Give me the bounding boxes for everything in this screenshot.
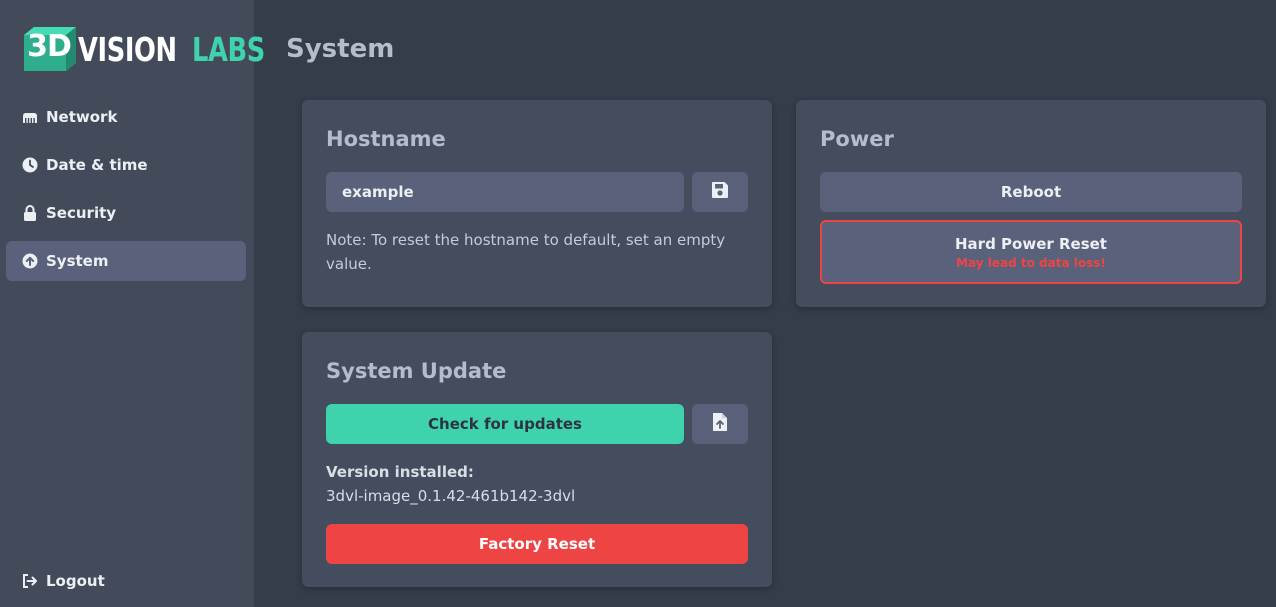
logo-mark-text: 3D [27, 29, 72, 64]
sidebar-nav: Network Date & time Security System [6, 97, 246, 289]
sidebar-item-date-time[interactable]: Date & time [6, 145, 246, 185]
system-update-card: System Update Check for updates Version … [302, 332, 772, 587]
logout-label: Logout [46, 572, 105, 590]
factory-reset-label: Factory Reset [478, 535, 596, 553]
brand-name-part1: VISION [78, 29, 177, 69]
brand-logo[interactable]: 3D VISION LABS [22, 24, 265, 74]
version-value: 3dvl-image_0.1.42-461b142-3dvl [326, 487, 576, 505]
check-updates-label: Check for updates [428, 415, 582, 433]
save-icon [710, 180, 730, 204]
logo-mark: 3D [22, 25, 78, 73]
logout-area: Logout [6, 561, 246, 607]
page-title: System [286, 34, 395, 64]
sidebar-item-network[interactable]: Network [6, 97, 246, 137]
lock-icon [22, 205, 38, 221]
sidebar: 3D VISION LABS Network Date & time Secur… [0, 0, 265, 607]
hostname-input[interactable]: example [326, 172, 684, 212]
sidebar-item-label: Network [46, 108, 118, 126]
network-icon [22, 109, 38, 125]
sidebar-item-system[interactable]: System [6, 241, 246, 281]
sidebar-item-security[interactable]: Security [6, 193, 246, 233]
hard-reset-label: Hard Power Reset [955, 234, 1107, 253]
clock-icon [22, 157, 38, 173]
sidebar-item-label: Security [46, 204, 117, 222]
version-label: Version installed: [326, 463, 474, 481]
sidebar-item-label: System [46, 252, 109, 270]
check-updates-button[interactable]: Check for updates [326, 404, 684, 444]
sidebar-item-label: Date & time [46, 156, 148, 174]
power-card: Power Reboot Hard Power Reset May lead t… [796, 100, 1266, 307]
factory-reset-button[interactable]: Factory Reset [326, 524, 748, 564]
reboot-label: Reboot [1000, 183, 1062, 201]
upload-update-button[interactable] [692, 404, 748, 444]
hard-reset-warning: May lead to data loss! [956, 255, 1106, 270]
reboot-button[interactable]: Reboot [820, 172, 1242, 212]
system-update-title: System Update [326, 359, 507, 383]
brand-name-part2: LABS [192, 29, 265, 69]
hard-power-reset-button[interactable]: Hard Power Reset May lead to data loss! [820, 220, 1242, 284]
save-hostname-button[interactable] [692, 172, 748, 212]
hostname-card: Hostname example Note: To reset the host… [302, 100, 772, 307]
file-upload-icon [712, 412, 728, 436]
hostname-note: Note: To reset the hostname to default, … [326, 231, 726, 273]
logout-icon [22, 573, 38, 589]
power-title: Power [820, 127, 894, 151]
logout-button[interactable]: Logout [6, 561, 246, 601]
upload-circle-icon [22, 253, 38, 269]
hostname-title: Hostname [326, 127, 446, 151]
